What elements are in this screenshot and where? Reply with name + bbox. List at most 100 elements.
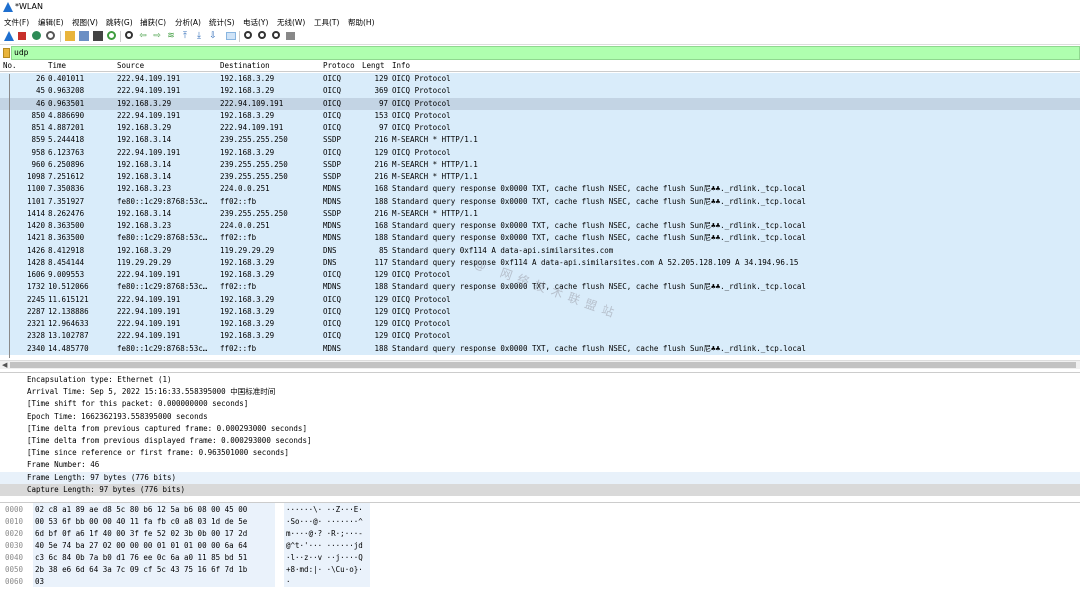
colorize-icon[interactable] [226,32,236,40]
packet-cell-len: 188 [358,232,388,244]
bytes-hex[interactable]: 02 c8 a1 89 ae d8 5c 80 b6 12 5a b6 08 0… [35,504,247,516]
packet-list-horizontal-scrollbar[interactable]: ◀ [0,360,1080,369]
bytes-ascii[interactable]: ······\· ··Z···E· [286,504,363,516]
detail-line[interactable]: Encapsulation type: Ethernet (1) [0,374,1080,386]
packet-row[interactable]: 9586.123763222.94.109.191192.168.3.29OIC… [0,147,1080,159]
column-header-protocol[interactable]: Protoco [323,61,355,70]
packet-cell-proto: OICQ [323,73,341,85]
display-filter-bar: udp [0,44,1080,60]
stop-capture-icon[interactable] [18,32,26,40]
menu-item[interactable]: 捕获(C) [140,17,166,28]
packet-row[interactable]: 14288.454144119.29.29.29192.168.3.29DNS1… [0,257,1080,269]
menu-item[interactable]: 电话(Y) [243,17,268,28]
menu-item[interactable]: 帮助(H) [348,17,375,28]
zoom-in-icon[interactable] [244,31,252,39]
start-capture-icon[interactable] [4,31,14,41]
last-packet-icon[interactable]: ⤓ [194,31,204,41]
zoom-out-icon[interactable] [258,31,266,39]
bytes-ascii[interactable]: @^t·'··· ······jd [286,540,363,552]
reload-icon[interactable] [107,31,116,40]
find-packet-icon[interactable] [125,31,133,39]
close-file-icon[interactable] [93,31,103,41]
packet-row[interactable]: 232112.964633222.94.109.191192.168.3.29O… [0,318,1080,330]
menu-bar: 文件(F) 编辑(E) 视图(V) 跳转(G) 捕获(C) 分析(A) 统计(S) 电话(Y)… [0,14,1080,29]
bytes-ascii[interactable]: ·So···@· ·······^ [286,516,363,528]
scrollbar-thumb[interactable] [10,362,1076,368]
column-header-destination[interactable]: Destination [220,61,270,70]
bytes-ascii[interactable]: · [286,576,291,588]
bytes-ascii[interactable]: +8·md:|· ·\Cu·o}· [286,564,363,576]
first-packet-icon[interactable]: ⤒ [180,31,190,41]
column-header-no[interactable]: No. [3,61,17,70]
column-header-length[interactable]: Lengt [362,61,385,70]
bytes-hex[interactable]: 2b 38 e6 6d 64 3a 7c 09 cf 5c 43 75 16 6… [35,564,247,576]
detail-line[interactable]: Capture Length: 97 bytes (776 bits) [0,484,1080,496]
packet-cell-len: 129 [358,306,388,318]
detail-line[interactable]: Frame Length: 97 bytes (776 bits) [0,472,1080,484]
packet-row[interactable]: 8514.887201192.168.3.29222.94.109.191OIC… [0,122,1080,134]
packet-row[interactable]: 8504.886690222.94.109.191192.168.3.29OIC… [0,110,1080,122]
bytes-hex[interactable]: 6d bf 0f a6 1f 40 00 3f fe 52 02 3b 0b 0… [35,528,247,540]
bytes-ascii[interactable]: m····@·? ·R·;···- [286,528,363,540]
packet-row[interactable]: 14148.262476192.168.3.14239.255.255.250S… [0,208,1080,220]
packet-row[interactable]: 450.963208222.94.109.191192.168.3.29OICQ… [0,85,1080,97]
packet-cell-dst: 192.168.3.29 [220,147,274,159]
menu-item[interactable]: 视图(V) [72,17,98,28]
packet-row[interactable]: 8595.244418192.168.3.14239.255.255.250SS… [0,134,1080,146]
go-back-icon[interactable]: ⇦ [138,31,148,41]
packet-cell-time: 8.454144 [48,257,84,269]
menu-item[interactable]: 跳转(G) [106,17,133,28]
packet-row[interactable]: 260.401011222.94.109.191192.168.3.29OICQ… [0,73,1080,85]
auto-scroll-icon[interactable]: ⇩ [208,31,218,41]
go-to-packet-icon[interactable]: ≋ [166,31,176,41]
packet-bytes-pane: 000002 c8 a1 89 ae d8 5c 80 b6 12 5a b6 … [0,502,1080,594]
packet-row[interactable]: 14268.412918192.168.3.29119.29.29.29DNS8… [0,245,1080,257]
packet-row[interactable]: 460.963501192.168.3.29222.94.109.191OICQ… [0,98,1080,110]
bytes-hex[interactable]: 03 [35,576,44,588]
column-header-time[interactable]: Time [48,61,66,70]
menu-item[interactable]: 工具(T) [314,17,339,28]
display-filter-input[interactable]: udp [11,46,1080,60]
resize-columns-icon[interactable] [286,32,295,40]
packet-cell-no: 2340 [4,343,45,355]
bytes-hex[interactable]: 40 5e 74 ba 27 02 00 00 00 01 01 01 00 0… [35,540,247,552]
open-file-icon[interactable] [65,31,75,41]
packet-row[interactable]: 232813.102787222.94.109.191192.168.3.29O… [0,330,1080,342]
detail-line[interactable]: Epoch Time: 1662362193.558395000 seconds [0,411,1080,423]
bytes-hex[interactable]: 00 53 6f bb 00 00 40 11 fa fb c0 a8 03 1… [35,516,247,528]
detail-line[interactable]: [Time delta from previous captured frame… [0,423,1080,435]
menu-item[interactable]: 分析(A) [175,17,201,28]
restart-capture-icon[interactable] [32,31,41,40]
bytes-hex[interactable]: c3 6c 84 0b 7a b0 d1 76 ee 0c 6a a0 11 8… [35,552,247,564]
packet-row[interactable]: 14218.363500fe80::1c29:8768:53c…ff02::fb… [0,232,1080,244]
packet-row[interactable]: 234014.485770fe80::1c29:8768:53c…ff02::f… [0,343,1080,355]
wireshark-logo-icon [3,2,13,12]
detail-line[interactable]: [Time delta from previous displayed fram… [0,435,1080,447]
menu-item[interactable]: 文件(F) [4,17,29,28]
detail-line[interactable]: [Time shift for this packet: 0.000000000… [0,398,1080,410]
bookmark-icon[interactable] [3,48,10,58]
packet-row[interactable]: 11017.351927fe80::1c29:8768:53c…ff02::fb… [0,196,1080,208]
packet-cell-proto: OICQ [323,122,341,134]
detail-line[interactable]: [Time since reference or first frame: 0.… [0,447,1080,459]
normal-size-icon[interactable] [272,31,280,39]
packet-row[interactable]: 11007.350836192.168.3.23224.0.0.251MDNS1… [0,183,1080,195]
detail-line[interactable]: Frame Number: 46 [0,459,1080,471]
packet-row[interactable]: 228712.138886222.94.109.191192.168.3.29O… [0,306,1080,318]
menu-item[interactable]: 编辑(E) [38,17,64,28]
packet-row[interactable]: 14208.363500192.168.3.23224.0.0.251MDNS1… [0,220,1080,232]
detail-line[interactable]: Arrival Time: Sep 5, 2022 15:16:33.55839… [0,386,1080,398]
column-header-info[interactable]: Info [392,61,410,70]
scroll-left-icon[interactable]: ◀ [2,361,7,369]
menu-item[interactable]: 统计(S) [209,17,235,28]
packet-row[interactable]: 10987.251612192.168.3.14239.255.255.250S… [0,171,1080,183]
menu-item[interactable]: 无线(W) [277,17,305,28]
go-forward-icon[interactable]: ⇨ [152,31,162,41]
capture-options-icon[interactable] [46,31,55,40]
column-header-source[interactable]: Source [117,61,144,70]
packet-cell-proto: DNS [323,257,337,269]
conversation-tree-line [9,74,10,358]
bytes-ascii[interactable]: ·l··z··v ··j····Q [286,552,363,564]
packet-row[interactable]: 9606.250896192.168.3.14239.255.255.250SS… [0,159,1080,171]
save-file-icon[interactable] [79,31,89,41]
